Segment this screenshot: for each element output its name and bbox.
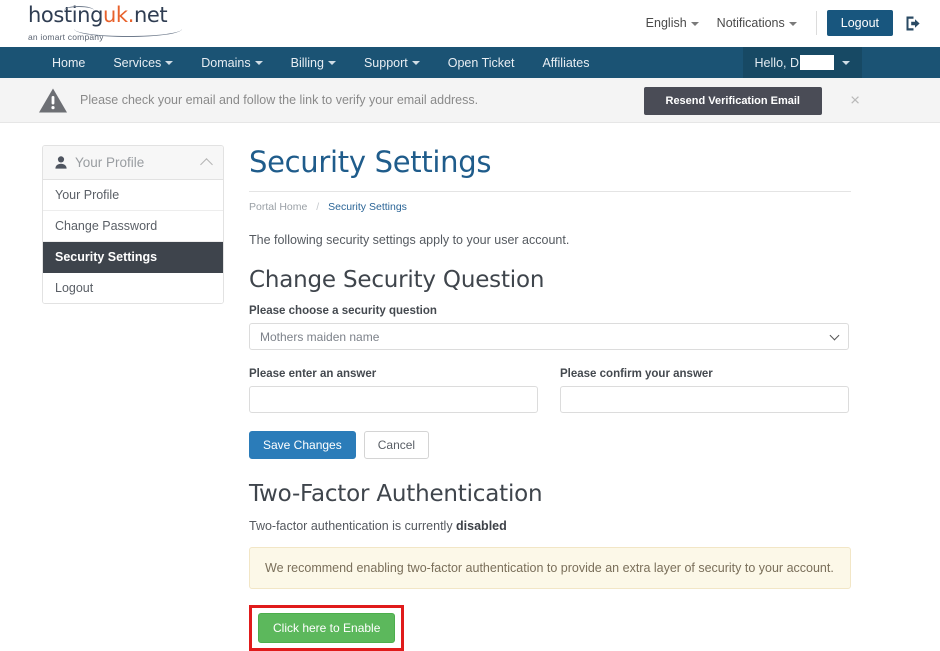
nav-label: Domains — [201, 55, 251, 70]
form-buttons: Save Changes Cancel — [249, 431, 851, 459]
sidebar-item-label: Security Settings — [55, 250, 158, 264]
nav-label: Affiliates — [542, 55, 590, 70]
confirm-answer-input[interactable] — [560, 386, 849, 413]
header-divider — [815, 11, 817, 35]
email-verification-alert: Please check your email and follow the l… — [0, 78, 940, 123]
nav-item-home[interactable]: Home — [38, 47, 99, 78]
nav-item-billing[interactable]: Billing — [277, 47, 350, 78]
sidebar-item-label: Your Profile — [55, 188, 120, 202]
sidebar-header[interactable]: Your Profile — [43, 146, 223, 180]
chevron-down-icon — [842, 60, 850, 65]
alert-message: Please check your email and follow the l… — [80, 93, 479, 107]
redacted-username — [800, 55, 834, 70]
sidebar-header-label: Your Profile — [75, 155, 145, 170]
two-factor-authentication-heading: Two-Factor Authentication — [249, 481, 543, 507]
breadcrumb-portal-home[interactable]: Portal Home — [249, 201, 307, 213]
confirm-answer-field-group: Please confirm your answer — [560, 368, 849, 413]
answer-fields-row: Please enter an answer Please confirm yo… — [249, 368, 851, 413]
nav-item-support[interactable]: Support — [350, 47, 434, 78]
logout-button[interactable]: Logout — [826, 10, 893, 36]
nav-label: Services — [113, 55, 162, 70]
sidebar-item-your-profile[interactable]: Your Profile — [43, 180, 223, 211]
nav-label: Open Ticket — [447, 55, 515, 70]
breadcrumb-current: Security Settings — [328, 201, 407, 213]
security-question-selected-value: Mothers maiden name — [260, 329, 380, 344]
security-question-select[interactable]: Mothers maiden name — [249, 323, 849, 350]
answer-field-group: Please enter an answer — [249, 368, 538, 413]
nav-label: Home — [52, 55, 86, 70]
logo-swoosh-icon — [74, 21, 182, 37]
chevron-down-icon — [690, 21, 699, 26]
answer-label: Please enter an answer — [249, 368, 377, 380]
chevron-down-icon — [165, 60, 174, 65]
resend-verification-email-button[interactable]: Resend Verification Email — [643, 87, 822, 115]
chevron-down-icon — [327, 60, 336, 65]
two-factor-notice: We recommend enabling two-factor authent… — [249, 547, 851, 589]
language-label: English — [645, 16, 687, 30]
enable-button-highlight: Click here to Enable — [249, 605, 405, 651]
logo-swoosh-top-icon — [64, 6, 94, 15]
top-header: hostinguk.net an iomart company English … — [0, 0, 940, 47]
nav-label: Support — [363, 55, 408, 70]
user-account-menu[interactable]: Hello, D — [742, 47, 862, 78]
main-panel: Security Settings Portal Home / Security… — [249, 145, 851, 651]
nav-item-services[interactable]: Services — [99, 47, 187, 78]
answer-input[interactable] — [249, 386, 538, 413]
nav-label: Billing — [290, 55, 324, 70]
intro-text: The following security settings apply to… — [249, 233, 570, 247]
notifications-label: Notifications — [716, 16, 785, 30]
chevron-down-icon — [254, 60, 263, 65]
language-selector[interactable]: English — [637, 12, 708, 34]
nav-items: Home Services Domains Billing Support Op… — [38, 47, 603, 78]
security-question-label: Please choose a security question — [249, 305, 437, 317]
signout-icon[interactable] — [905, 15, 922, 32]
two-factor-status: Two-factor authentication is currently d… — [249, 519, 851, 533]
person-icon — [55, 156, 67, 169]
warning-triangle-icon — [38, 87, 68, 114]
nav-item-affiliates[interactable]: Affiliates — [528, 47, 603, 78]
site-logo[interactable]: hostinguk.net an iomart company — [28, 4, 208, 42]
chevron-down-icon — [829, 330, 840, 341]
confirm-answer-label: Please confirm your answer — [560, 368, 713, 380]
chevron-down-icon — [411, 60, 420, 65]
enable-two-factor-button[interactable]: Click here to Enable — [258, 613, 396, 643]
sidebar-item-security-settings[interactable]: Security Settings — [43, 242, 223, 273]
title-divider — [249, 191, 851, 192]
close-icon[interactable]: × — [850, 92, 860, 109]
profile-sidebar: Your Profile Your Profile Change Passwor… — [42, 145, 224, 304]
user-greeting: Hello, D — [754, 55, 799, 70]
sidebar-item-label: Logout — [55, 281, 94, 295]
page-content: Your Profile Your Profile Change Passwor… — [0, 123, 940, 651]
nav-item-open-ticket[interactable]: Open Ticket — [434, 47, 529, 78]
cancel-button[interactable]: Cancel — [363, 431, 430, 459]
sidebar-item-label: Change Password — [55, 219, 158, 233]
chevron-up-icon[interactable] — [200, 157, 213, 171]
breadcrumb: Portal Home / Security Settings — [249, 201, 851, 213]
page-title: Security Settings — [249, 145, 492, 179]
change-security-question-heading: Change Security Question — [249, 267, 545, 293]
notifications-menu[interactable]: Notifications — [708, 12, 806, 34]
sidebar-item-logout[interactable]: Logout — [43, 273, 223, 303]
header-right-controls: English Notifications Logout — [637, 10, 922, 36]
chevron-down-icon — [788, 21, 797, 26]
two-factor-status-prefix: Two-factor authentication is currently — [249, 519, 457, 533]
nav-item-domains[interactable]: Domains — [187, 47, 276, 78]
two-factor-status-value: disabled — [456, 519, 507, 533]
main-navbar: Home Services Domains Billing Support Op… — [0, 47, 940, 78]
save-changes-button[interactable]: Save Changes — [249, 431, 356, 459]
sidebar-item-change-password[interactable]: Change Password — [43, 211, 223, 242]
breadcrumb-separator: / — [316, 201, 320, 213]
